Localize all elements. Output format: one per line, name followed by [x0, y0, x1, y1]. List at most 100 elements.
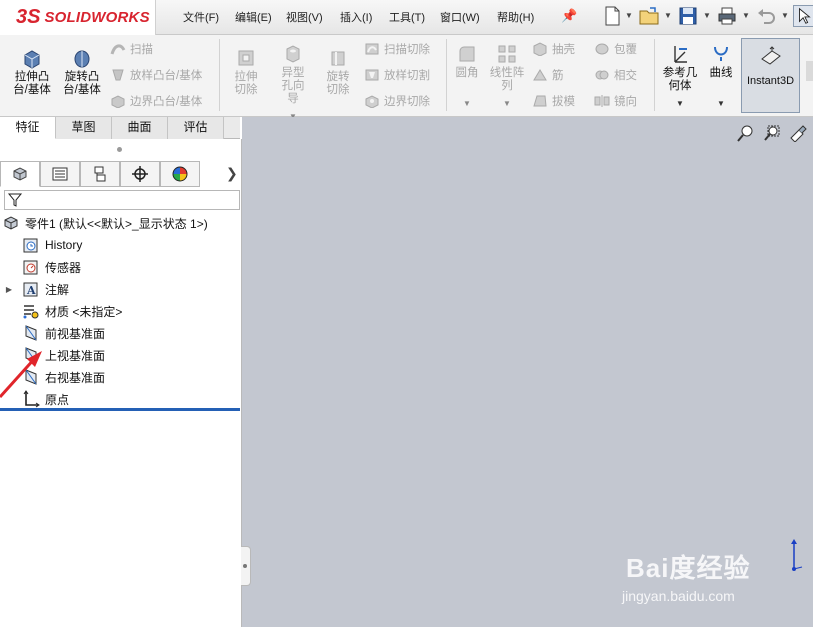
menu-window[interactable]: 窗口(W)	[440, 9, 480, 25]
separator	[446, 39, 447, 111]
svg-text:A: A	[26, 284, 36, 297]
tab-evaluate[interactable]: 评估	[168, 117, 224, 139]
tree-item-annotations[interactable]: ▶ A 注解	[0, 279, 69, 299]
property-manager-tab[interactable]	[40, 161, 80, 187]
previous-view-icon[interactable]	[789, 124, 807, 142]
swept-cut-button[interactable]: 扫描切除	[364, 41, 430, 57]
ref-geometry-dropdown-icon[interactable]: ▼	[658, 97, 702, 110]
linear-pattern-button[interactable]: 线性阵列 ▼	[486, 43, 528, 110]
extrude-boss-button[interactable]: 拉伸凸台/基体	[8, 47, 56, 97]
annotation-icon: A	[23, 282, 38, 297]
draft-button[interactable]: 拔模	[532, 93, 575, 109]
menu-edit[interactable]: 编辑(E)	[235, 9, 272, 25]
chevron-right-icon[interactable]: ❯	[226, 165, 238, 182]
menu-help[interactable]: 帮助(H)	[497, 9, 534, 25]
extrude-cut-button[interactable]: 拉伸切除	[224, 47, 268, 97]
panel-splitter-handle[interactable]	[241, 546, 251, 586]
save-icon[interactable]	[677, 5, 699, 27]
wrap-button[interactable]: 包覆	[594, 41, 637, 57]
open-folder-icon[interactable]	[638, 5, 660, 27]
print-icon[interactable]	[716, 5, 738, 27]
curves-button[interactable]: 曲线 ▼	[704, 43, 738, 110]
red-arrow-annotation	[0, 351, 42, 399]
expand-arrow-icon[interactable]: ▶	[4, 285, 14, 294]
material-icon	[23, 305, 39, 319]
draft-icon	[533, 95, 547, 107]
tab-features[interactable]: 特征	[0, 117, 56, 139]
display-manager-tab[interactable]	[160, 161, 200, 187]
linear-pattern-icon	[498, 45, 516, 63]
intersect-button[interactable]: 相交	[594, 67, 637, 83]
watermark-brand: Bai度经验	[626, 553, 751, 583]
new-document-icon[interactable]	[601, 5, 623, 27]
rib-label: 筋	[552, 70, 564, 82]
wrap-icon	[595, 43, 609, 55]
configuration-icon	[94, 166, 106, 182]
undo-icon[interactable]	[755, 5, 777, 27]
pattern-dropdown-icon[interactable]: ▼	[486, 97, 528, 110]
separator	[654, 39, 655, 111]
extrude-cut-icon	[238, 50, 254, 66]
tree-root-part[interactable]: 零件1 (默认<<默认>_显示状态 1>)	[0, 213, 208, 233]
lofted-cut-button[interactable]: 放样切割	[364, 67, 430, 83]
mirror-button[interactable]: 镜向	[594, 93, 637, 109]
tree-item-history[interactable]: History	[0, 235, 82, 255]
tree-item-label: 注解	[45, 282, 70, 297]
menu-view[interactable]: 视图(V)	[286, 9, 323, 25]
pin-icon[interactable]: 📌	[561, 8, 577, 24]
sweep-button[interactable]: 扫描	[110, 41, 153, 57]
graphics-area[interactable]: Bai度经验 jingyan.baidu.com	[242, 117, 813, 627]
instant3d-button[interactable]: Instant3D	[741, 38, 800, 113]
boundary-button[interactable]: 边界凸台/基体	[110, 93, 202, 109]
tab-sketch[interactable]: 草图	[56, 117, 112, 139]
dimxpert-manager-tab[interactable]	[120, 161, 160, 187]
hole-wizard-icon	[286, 45, 300, 63]
revolve-boss-label: 旋转凸台/基体	[63, 71, 101, 96]
solidworks-logo[interactable]: 3S SOLIDWORKS	[0, 0, 156, 35]
select-cursor-icon[interactable]	[793, 5, 813, 27]
sweep-label: 扫描	[130, 44, 153, 56]
loft-label: 放样凸台/基体	[130, 70, 203, 82]
feature-manager-tab[interactable]	[0, 161, 40, 187]
tree-item-sensors[interactable]: 传感器	[0, 257, 81, 277]
rib-icon	[533, 69, 547, 81]
curves-dropdown-icon[interactable]: ▼	[704, 97, 738, 110]
tree-filter-input[interactable]	[4, 190, 240, 210]
revolve-boss-button[interactable]: 旋转凸台/基体	[58, 47, 106, 97]
tab-surfaces[interactable]: 曲面	[112, 117, 168, 139]
panel-collapse-handle[interactable]	[117, 147, 122, 152]
shell-label: 抽壳	[552, 44, 575, 56]
configuration-manager-tab[interactable]	[80, 161, 120, 187]
revolve-cut-icon	[331, 51, 345, 66]
zoom-to-area-icon[interactable]	[763, 124, 781, 142]
rib-button[interactable]: 筋	[532, 67, 564, 83]
lofted-cut-label: 放样切割	[384, 70, 430, 82]
sweep-icon	[110, 44, 126, 55]
fillet-dropdown-icon[interactable]: ▼	[450, 97, 484, 110]
shell-button[interactable]: 抽壳	[532, 41, 575, 57]
undo-dropdown-icon[interactable]: ▼	[781, 11, 789, 20]
hole-wizard-button[interactable]: 异型孔向导 ▼	[271, 43, 315, 123]
reference-geometry-button[interactable]: 参考几何体 ▼	[658, 43, 702, 110]
boundary-cut-button[interactable]: 边界切除	[364, 93, 430, 109]
save-dropdown-icon[interactable]: ▼	[703, 11, 711, 20]
fillet-button[interactable]: 圆角 ▼	[450, 43, 484, 110]
instant3d-label: Instant3D	[746, 75, 795, 87]
fillet-icon	[459, 46, 475, 62]
menu-insert[interactable]: 插入(I)	[340, 9, 372, 25]
rollback-bar[interactable]	[0, 408, 240, 411]
manager-tabs: ❯	[0, 161, 240, 187]
command-manager: 拉伸凸台/基体 旋转凸台/基体 扫描 放样凸台/基体 边界凸台/基体 拉伸切除 …	[0, 35, 813, 121]
zoom-to-fit-icon[interactable]	[737, 124, 755, 142]
open-dropdown-icon[interactable]: ▼	[664, 11, 672, 20]
print-dropdown-icon[interactable]: ▼	[742, 11, 750, 20]
loft-button[interactable]: 放样凸台/基体	[110, 67, 202, 83]
property-list-icon	[52, 167, 68, 181]
menu-file[interactable]: 文件(F)	[183, 9, 219, 25]
command-overflow[interactable]	[806, 61, 813, 81]
new-dropdown-icon[interactable]: ▼	[625, 11, 633, 20]
menu-tools[interactable]: 工具(T)	[389, 9, 425, 25]
tree-item-material[interactable]: 材质 <未指定>	[0, 301, 122, 321]
boundary-label: 边界凸台/基体	[130, 96, 203, 108]
revolve-cut-button[interactable]: 旋转切除	[316, 47, 360, 97]
